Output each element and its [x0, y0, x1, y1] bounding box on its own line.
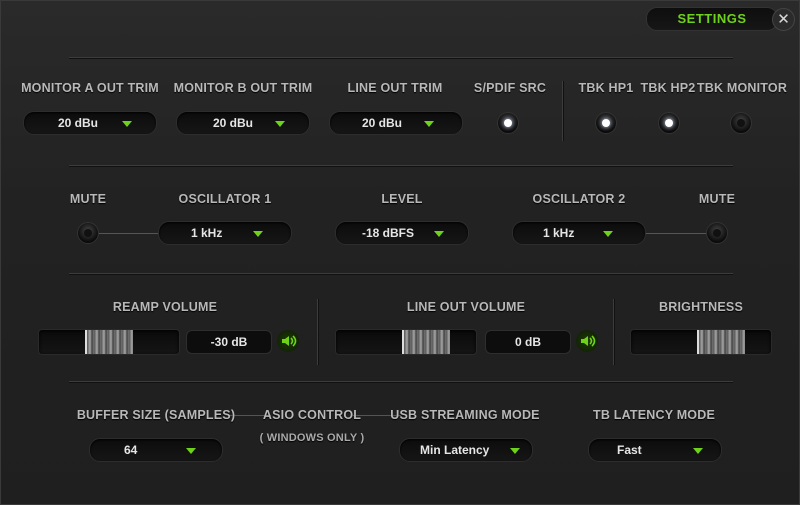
radio-indicator [84, 229, 92, 237]
radio-indicator [713, 229, 721, 237]
chevron-down-icon [275, 121, 285, 127]
chevron-down-icon [122, 121, 132, 127]
slider-thumb[interactable] [402, 330, 450, 354]
dropdown-value: Min Latency [420, 443, 490, 457]
divider [69, 273, 733, 275]
line-out-volume-label: LINE OUT VOLUME [406, 300, 526, 314]
divider [69, 381, 733, 383]
line-out-volume-slider[interactable] [335, 329, 477, 355]
line-out-volume-value[interactable]: 0 dB [485, 330, 571, 354]
divider [69, 57, 733, 59]
mute-left-radio[interactable] [77, 222, 99, 244]
radio-indicator [737, 119, 745, 127]
chevron-down-icon [603, 231, 613, 237]
radio-indicator [504, 119, 512, 127]
radio-indicator [665, 119, 673, 127]
spdif-src-radio[interactable] [497, 112, 519, 134]
dropdown-value: 20 dBu [213, 116, 254, 130]
tb-latency-mode-dropdown[interactable]: Fast [588, 438, 722, 462]
reamp-volume-slider[interactable] [38, 329, 180, 355]
oscillator-2-dropdown[interactable]: 1 kHz [512, 221, 646, 245]
radio-indicator [602, 119, 610, 127]
tbk-monitor-label: TBK MONITOR [696, 81, 788, 95]
monitor-a-trim-label: MONITOR A OUT TRIM [21, 81, 159, 95]
line-out-trim-dropdown[interactable]: 20 dBu [329, 111, 463, 135]
monitor-b-trim-dropdown[interactable]: 20 dBu [176, 111, 310, 135]
dropdown-value: 1 kHz [543, 226, 575, 240]
level-dropdown[interactable]: -18 dBFS [335, 221, 469, 245]
line-out-trim-label: LINE OUT TRIM [347, 81, 443, 95]
settings-window: SETTINGS ✕ MONITOR A OUT TRIM 20 dBu MON… [0, 0, 800, 505]
usb-streaming-mode-label: USB STREAMING MODE [390, 408, 540, 422]
oscillator-2-label: OSCILLATOR 2 [532, 192, 626, 206]
chevron-down-icon [253, 231, 263, 237]
divider [317, 299, 319, 365]
monitor-b-trim-label: MONITOR B OUT TRIM [173, 81, 313, 95]
dropdown-value: 64 [124, 443, 138, 457]
brightness-label: BRIGHTNESS [659, 300, 743, 314]
tbk-hp2-label: TBK HP2 [640, 81, 696, 95]
dropdown-value: 20 dBu [362, 116, 403, 130]
slider-thumb[interactable] [697, 330, 745, 354]
divider [562, 81, 564, 141]
settings-button[interactable]: SETTINGS [646, 7, 778, 31]
mute-left-label: MUTE [69, 192, 107, 206]
chevron-down-icon [510, 448, 520, 454]
dropdown-value: Fast [617, 443, 642, 457]
connector-line [97, 233, 159, 234]
chevron-down-icon [693, 448, 703, 454]
tb-latency-mode-label: TB LATENCY MODE [593, 408, 715, 422]
dropdown-value: 1 kHz [191, 226, 223, 240]
divider [69, 165, 733, 167]
close-icon[interactable]: ✕ [772, 8, 795, 31]
mute-right-label: MUTE [698, 192, 736, 206]
reamp-volume-label: REAMP VOLUME [112, 300, 218, 314]
monitor-a-trim-dropdown[interactable]: 20 dBu [23, 111, 157, 135]
dropdown-value: -18 dBFS [362, 226, 415, 240]
speaker-icon[interactable] [576, 330, 598, 352]
chevron-down-icon [424, 121, 434, 127]
connector-line [643, 233, 711, 234]
level-label: LEVEL [381, 192, 423, 206]
oscillator-1-dropdown[interactable]: 1 kHz [158, 221, 292, 245]
oscillator-1-label: OSCILLATOR 1 [178, 192, 272, 206]
speaker-icon[interactable] [277, 330, 299, 352]
mute-right-radio[interactable] [706, 222, 728, 244]
spdif-src-label: S/PDIF SRC [473, 81, 547, 95]
buffer-size-dropdown[interactable]: 64 [89, 438, 223, 462]
reamp-volume-value[interactable]: -30 dB [186, 330, 272, 354]
asio-control-label: ASIO CONTROL [262, 408, 362, 422]
divider [613, 299, 615, 365]
chevron-down-icon [434, 231, 444, 237]
dropdown-value: 20 dBu [58, 116, 99, 130]
chevron-down-icon [186, 448, 196, 454]
buffer-size-label: BUFFER SIZE (SAMPLES) [76, 408, 236, 422]
tbk-hp1-label: TBK HP1 [578, 81, 634, 95]
tbk-hp1-radio[interactable] [595, 112, 617, 134]
tbk-monitor-radio[interactable] [730, 112, 752, 134]
brightness-slider[interactable] [630, 329, 772, 355]
asio-control-sublabel: ( WINDOWS ONLY ) [259, 432, 365, 444]
usb-streaming-mode-dropdown[interactable]: Min Latency [399, 438, 533, 462]
tbk-hp2-radio[interactable] [658, 112, 680, 134]
slider-thumb[interactable] [85, 330, 133, 354]
